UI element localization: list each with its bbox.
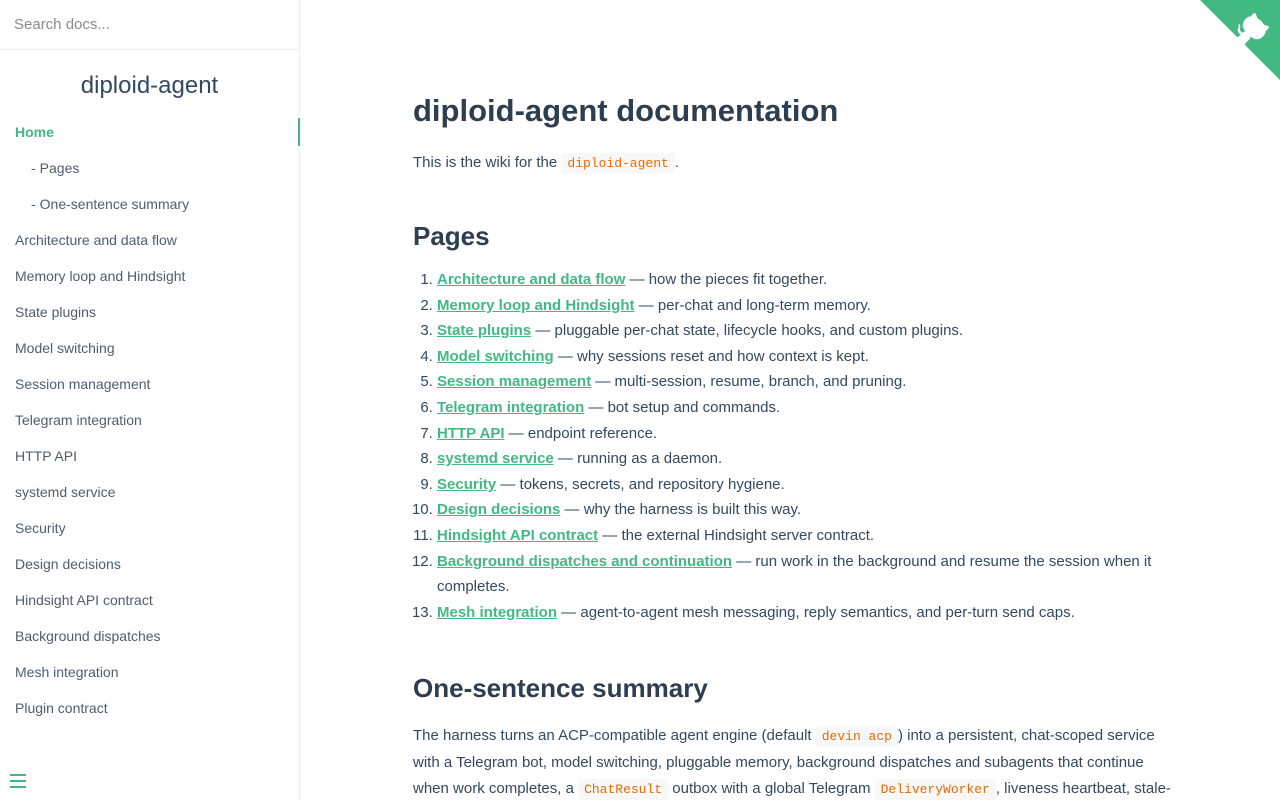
sidebar-item-pages[interactable]: - Pages — [0, 154, 299, 190]
page-description: — pluggable per-chat state, lifecycle ho… — [531, 322, 964, 340]
list-item: Model switching — why sessions reset and… — [437, 344, 1173, 370]
github-corner-icon[interactable] — [1200, 0, 1280, 80]
sidebar-item-label: Hindsight API contract — [15, 592, 153, 608]
page-link[interactable]: State plugins — [437, 322, 531, 339]
list-item: Hindsight API contract — the external Hi… — [437, 523, 1173, 549]
sidebar-item-one-sentence-summary[interactable]: - One-sentence summary — [0, 190, 299, 226]
page-link[interactable]: Telegram integration — [437, 399, 584, 416]
sidebar-item-security[interactable]: Security — [0, 514, 299, 550]
sidebar-item-memory-loop-and-hindsight[interactable]: Memory loop and Hindsight — [0, 262, 299, 298]
list-item: Mesh integration — agent-to-agent mesh m… — [437, 600, 1173, 626]
sidebar-item-label: Memory loop and Hindsight — [15, 268, 186, 284]
summary-text: The harness turns an ACP-compatible agen… — [413, 723, 1173, 800]
sidebar-item-home[interactable]: Home — [0, 118, 300, 154]
list-item: Telegram integration — bot setup and com… — [437, 395, 1173, 421]
list-item: Background dispatches and continuation —… — [437, 549, 1173, 600]
sidebar-item-http-api[interactable]: HTTP API — [0, 442, 299, 478]
page-link[interactable]: Session management — [437, 373, 591, 390]
sidebar-item-label: Security — [15, 520, 66, 536]
hamburger-icon[interactable] — [10, 774, 26, 788]
app-name[interactable]: diploid-agent — [0, 72, 299, 108]
list-item: systemd service — running as a daemon. — [437, 446, 1173, 472]
search-input[interactable] — [14, 16, 285, 33]
page-link[interactable]: Memory loop and Hindsight — [437, 297, 635, 314]
page-description: — multi-session, resume, branch, and pru… — [591, 373, 907, 391]
sidebar-item-model-switching[interactable]: Model switching — [0, 334, 299, 370]
list-item: Session management — multi-session, resu… — [437, 369, 1173, 395]
search-box — [0, 0, 299, 50]
summary-code-2: ChatResult — [578, 779, 669, 800]
page-link[interactable]: systemd service — [437, 450, 554, 467]
page-description: — tokens, secrets, and repository hygien… — [496, 475, 785, 493]
page-description: — per-chat and long-term memory. — [634, 296, 871, 314]
sidebar-item-label: systemd service — [15, 484, 116, 500]
sidebar-item-label: Home — [15, 124, 54, 140]
page-link[interactable]: Hindsight API contract — [437, 527, 598, 544]
sidebar-item-telegram-integration[interactable]: Telegram integration — [0, 406, 299, 442]
summary-code-3: DeliveryWorker — [874, 779, 996, 800]
main-content: diploid-agent documentation This is the … — [413, 0, 1173, 800]
page-link[interactable]: HTTP API — [437, 425, 505, 442]
sidebar-item-label: Design decisions — [15, 556, 121, 572]
sidebar-item-systemd-service[interactable]: systemd service — [0, 478, 299, 514]
summary-part-3: outbox with a global Telegram — [668, 780, 875, 798]
list-item: State plugins — pluggable per-chat state… — [437, 318, 1173, 344]
sidebar-item-state-plugins[interactable]: State plugins — [0, 298, 299, 334]
page-description: — why sessions reset and how context is … — [553, 347, 869, 365]
page-link[interactable]: Security — [437, 476, 496, 493]
page-link[interactable]: Background dispatches and continuation — [437, 553, 732, 570]
sidebar-item-label: Plugin contract — [15, 700, 108, 716]
summary-part-1: The harness turns an ACP-compatible agen… — [413, 727, 816, 745]
sub-item-dash: - — [31, 160, 36, 176]
intro-before: This is the wiki for the — [413, 154, 562, 171]
sidebar-item-design-decisions[interactable]: Design decisions — [0, 550, 299, 586]
sidebar-item-background-dispatches[interactable]: Background dispatches — [0, 622, 299, 658]
pages-heading: Pages — [413, 221, 490, 251]
summary-heading: One-sentence summary — [413, 673, 708, 704]
page-description: — how the pieces fit together. — [625, 271, 828, 288]
sidebar-item-label: Mesh integration — [15, 664, 119, 680]
summary-code-1: devin acp — [815, 726, 898, 748]
sidebar-item-label: Model switching — [15, 340, 115, 356]
list-item: HTTP API — endpoint reference. — [437, 421, 1173, 447]
sidebar-item-label: Pages — [39, 160, 80, 176]
list-item: Memory loop and Hindsight — per-chat and… — [437, 293, 1173, 319]
sub-item-dash: - — [31, 196, 36, 212]
sidebar-item-plugin-contract[interactable]: Plugin contract — [0, 694, 299, 730]
sidebar-item-label: State plugins — [15, 304, 96, 320]
intro-after: . — [674, 154, 679, 171]
page-link[interactable]: Design decisions — [437, 501, 560, 518]
page-description: — why the harness is built this way. — [560, 501, 802, 519]
sidebar-item-hindsight-api-contract[interactable]: Hindsight API contract — [0, 586, 299, 622]
sidebar-item-label: One-sentence summary — [39, 196, 190, 212]
pages-list: Architecture and data flow — how the pie… — [413, 267, 1173, 625]
sidebar-item-label: Background dispatches — [15, 628, 161, 644]
page-description: — agent-to-agent mesh messaging, reply s… — [557, 603, 1075, 621]
sidebar-item-mesh-integration[interactable]: Mesh integration — [0, 658, 299, 694]
sidebar-item-architecture-and-data-flow[interactable]: Architecture and data flow — [0, 226, 299, 262]
sidebar: diploid-agent Home-Pages-One-sentence su… — [0, 0, 300, 800]
sidebar-item-label: Telegram integration — [15, 412, 142, 428]
list-item: Design decisions — why the harness is bu… — [437, 497, 1173, 523]
page-link[interactable]: Mesh integration — [437, 604, 557, 621]
sidebar-item-label: HTTP API — [15, 448, 77, 464]
sidebar-item-label: Session management — [15, 376, 151, 392]
page-link[interactable]: Architecture and data flow — [437, 271, 625, 288]
list-item: Security — tokens, secrets, and reposito… — [437, 472, 1173, 498]
sidebar-item-session-management[interactable]: Session management — [0, 370, 299, 406]
sidebar-item-label: Architecture and data flow — [15, 232, 177, 248]
page-title: diploid-agent documentation — [413, 93, 839, 128]
sidebar-nav: Home - Pages - One-sentence summary Architect… — [0, 118, 300, 730]
page-description: — the external Hindsight server contract… — [598, 526, 875, 544]
intro-text: This is the wiki for the diploid-agent. — [413, 150, 1173, 177]
page-description: — endpoint reference. — [504, 424, 658, 442]
page-description: — running as a daemon. — [553, 450, 723, 468]
list-item: Architecture and data flow — how the pie… — [437, 267, 1173, 293]
page-description: — bot setup and commands. — [584, 398, 781, 416]
page-link[interactable]: Model switching — [437, 348, 554, 365]
intro-code: diploid-agent — [561, 153, 675, 174]
